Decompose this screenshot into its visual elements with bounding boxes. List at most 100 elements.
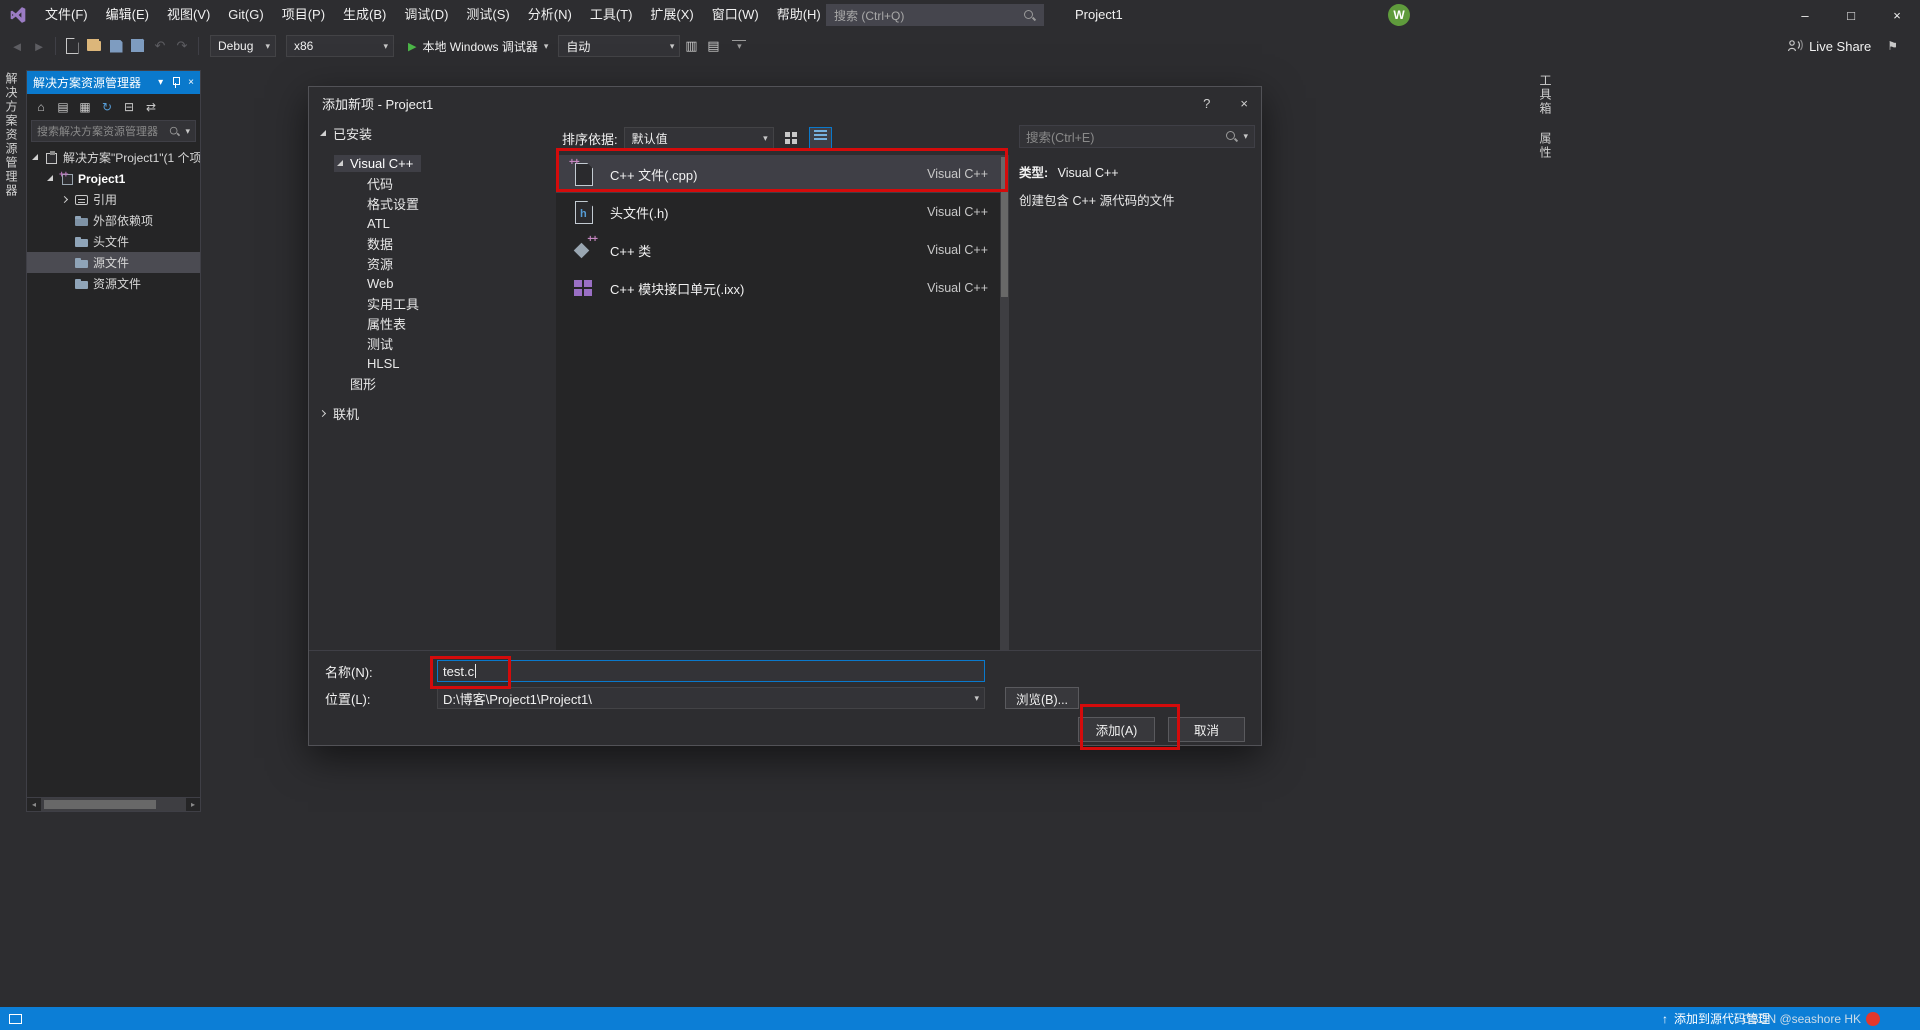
tree-expander-icon[interactable]: [353, 239, 362, 248]
scrollbar-thumb[interactable]: [44, 800, 156, 809]
browse-button[interactable]: 浏览(B)...: [1005, 687, 1079, 709]
pin-icon[interactable]: [171, 77, 181, 88]
open-folder-icon[interactable]: [83, 35, 105, 57]
save-all-icon[interactable]: [127, 35, 149, 57]
solution-explorer-search-input[interactable]: 搜索解决方案资源管理器 ▾: [31, 120, 196, 142]
category-item[interactable]: 已安装: [309, 123, 556, 143]
switch-views-icon[interactable]: ▤: [53, 97, 73, 117]
cancel-button[interactable]: 取消: [1168, 717, 1245, 742]
menu-item[interactable]: 调试(D): [395, 0, 457, 30]
home-icon[interactable]: ⌂: [31, 97, 51, 117]
tree-expander-icon[interactable]: [46, 174, 55, 183]
scroll-left-icon[interactable]: ◂: [27, 800, 41, 809]
category-item[interactable]: Visual C++: [309, 153, 556, 173]
save-icon[interactable]: [105, 35, 127, 57]
tree-expander-icon[interactable]: [61, 195, 70, 204]
tree-expander-icon[interactable]: [336, 159, 345, 168]
template-item[interactable]: C++ 文件(.cpp) Visual C++: [556, 155, 1000, 193]
tree-expander-icon[interactable]: [61, 237, 70, 246]
left-autohide-tab-solution-explorer[interactable]: 解决方案资源管理器: [3, 72, 20, 198]
autohide-tab[interactable]: 属性: [1537, 132, 1554, 160]
tree-expander-icon[interactable]: [319, 409, 328, 418]
tree-expander-icon[interactable]: [336, 379, 345, 388]
tree-expander-icon[interactable]: [31, 153, 40, 162]
tree-expander-icon[interactable]: [353, 319, 362, 328]
menu-item[interactable]: 工具(T): [581, 0, 642, 30]
tree-expander-icon[interactable]: [61, 258, 70, 267]
tree-row[interactable]: 引用: [27, 189, 200, 210]
platform-dropdown[interactable]: x86 ▾: [286, 35, 394, 57]
category-item[interactable]: 图形: [309, 373, 556, 393]
tree-expander-icon[interactable]: [353, 339, 362, 348]
template-item[interactable]: C++ 模块接口单元(.ixx) Visual C++: [556, 269, 1000, 307]
undo-icon[interactable]: ↶: [149, 35, 171, 57]
category-item[interactable]: 格式设置: [309, 193, 556, 213]
menu-item[interactable]: 窗口(W): [703, 0, 768, 30]
tree-row[interactable]: 解决方案"Project1"(1 个项: [27, 147, 200, 168]
scrollbar-thumb[interactable]: [1001, 157, 1008, 297]
horizontal-scrollbar[interactable]: ◂ ▸: [27, 797, 200, 811]
close-panel-icon[interactable]: ×: [188, 77, 194, 88]
template-list-scrollbar[interactable]: [1000, 155, 1009, 650]
tree-row[interactable]: 外部依赖项: [27, 210, 200, 231]
tree-expander-icon[interactable]: [353, 219, 362, 228]
menu-item[interactable]: 视图(V): [158, 0, 219, 30]
add-button[interactable]: 添加(A): [1078, 717, 1155, 742]
find-in-files-icon[interactable]: ▤: [702, 35, 724, 57]
tree-expander-icon[interactable]: [353, 179, 362, 188]
menu-item[interactable]: Git(G): [219, 0, 272, 30]
tree-row[interactable]: Project1: [27, 168, 200, 189]
dialog-help-button[interactable]: ?: [1203, 96, 1210, 111]
category-item[interactable]: 资源: [309, 253, 556, 273]
configuration-dropdown[interactable]: Debug ▾: [210, 35, 276, 57]
menu-item[interactable]: 扩展(X): [641, 0, 702, 30]
navigate-forward-icon[interactable]: ►: [28, 35, 50, 57]
menu-item[interactable]: 文件(F): [36, 0, 97, 30]
category-item[interactable]: 测试: [309, 333, 556, 353]
refresh-icon[interactable]: ↻: [97, 97, 117, 117]
category-item[interactable]: 数据: [309, 233, 556, 253]
start-debugging-button[interactable]: ▶ 本地 Windows 调试器 ▾: [408, 38, 548, 55]
redo-icon[interactable]: ↷: [171, 35, 193, 57]
tree-row[interactable]: 源文件: [27, 252, 200, 273]
solution-explorer-header[interactable]: 解决方案资源管理器 ▾ ×: [27, 71, 200, 94]
name-input[interactable]: test.c: [437, 660, 985, 682]
new-file-icon[interactable]: [61, 35, 83, 57]
category-item[interactable]: 属性表: [309, 313, 556, 333]
menu-item[interactable]: 帮助(H): [768, 0, 830, 30]
user-avatar[interactable]: W: [1388, 4, 1410, 26]
category-item[interactable]: ATL: [309, 213, 556, 233]
sync-with-active-document-icon[interactable]: ⇄: [141, 97, 161, 117]
tree-expander-icon[interactable]: [61, 216, 70, 225]
autohide-tab[interactable]: 工具箱: [1537, 74, 1554, 116]
menu-item[interactable]: 生成(B): [334, 0, 395, 30]
collapse-all-icon[interactable]: ⊟: [119, 97, 139, 117]
category-item[interactable]: 代码: [309, 173, 556, 193]
category-item[interactable]: 联机: [309, 403, 556, 423]
tree-expander-icon[interactable]: [353, 279, 362, 288]
close-window-button[interactable]: ×: [1874, 0, 1920, 30]
watch-mode-dropdown[interactable]: 自动 ▾: [558, 35, 681, 57]
tree-expander-icon[interactable]: [353, 259, 362, 268]
pending-changes-filter-icon[interactable]: ▦: [75, 97, 95, 117]
quick-search-input[interactable]: 搜索 (Ctrl+Q): [826, 4, 1044, 26]
category-item[interactable]: HLSL: [309, 353, 556, 373]
scroll-right-icon[interactable]: ▸: [186, 800, 200, 809]
toolbar-overflow-button[interactable]: ▾: [732, 40, 747, 52]
minimize-button[interactable]: –: [1782, 0, 1828, 30]
feedback-icon[interactable]: ⚑: [1887, 39, 1898, 53]
template-search-input[interactable]: 搜索(Ctrl+E) ▾: [1019, 125, 1255, 148]
template-item[interactable]: C++ 类 Visual C++: [556, 231, 1000, 269]
tree-expander-icon[interactable]: [353, 299, 362, 308]
window-position-chevron-icon[interactable]: ▾: [158, 77, 163, 88]
menu-item[interactable]: 编辑(E): [97, 0, 158, 30]
category-item[interactable]: 实用工具: [309, 293, 556, 313]
location-dropdown[interactable]: D:\博客\Project1\Project1\ ▾: [437, 687, 985, 709]
tree-row[interactable]: 头文件: [27, 231, 200, 252]
grid-view-button[interactable]: [780, 127, 803, 150]
tree-row[interactable]: 资源文件: [27, 273, 200, 294]
profiler-icon[interactable]: ▥: [680, 35, 702, 57]
sort-by-dropdown[interactable]: 默认值 ▾: [623, 127, 774, 149]
template-item[interactable]: 头文件(.h) Visual C++: [556, 193, 1000, 231]
tree-expander-icon[interactable]: [319, 129, 328, 138]
